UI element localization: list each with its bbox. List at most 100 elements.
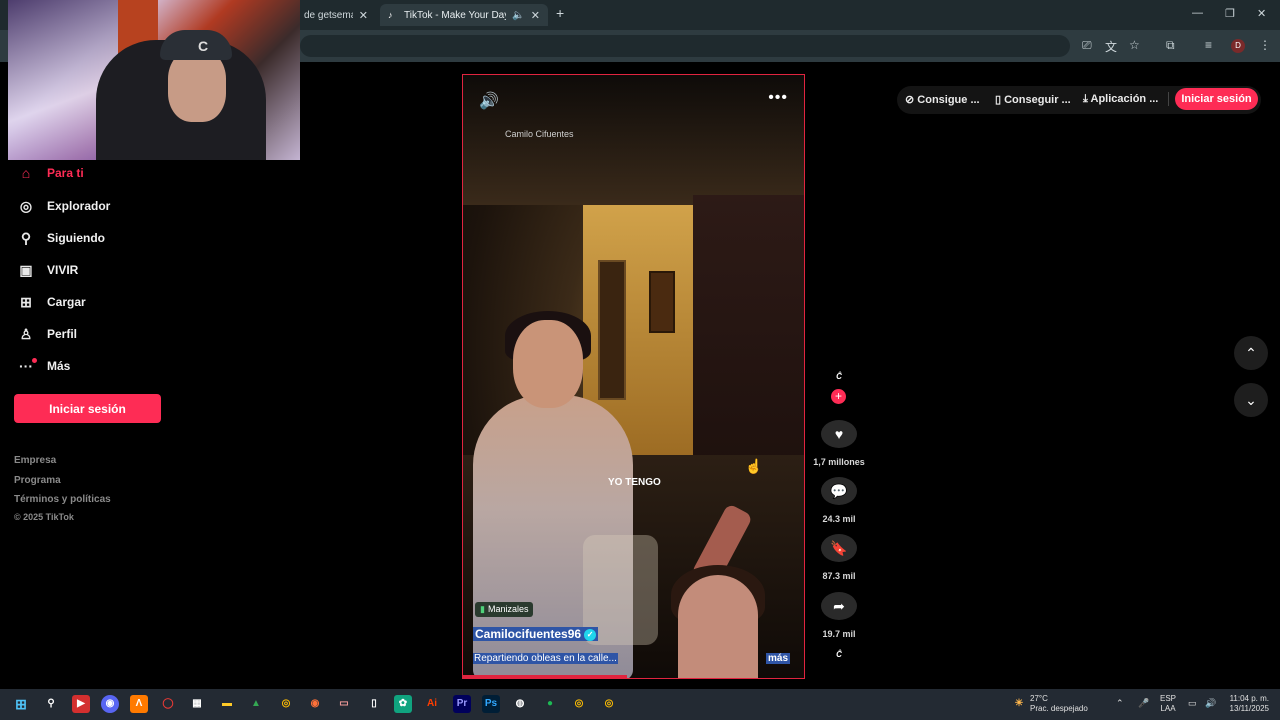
new-tab-icon[interactable]: + [556,5,564,21]
video-watermark: Camilo Cifuentes [505,129,574,139]
extensions-icon[interactable]: ⧉ [1166,38,1175,53]
close-icon[interactable]: ✕ [359,9,368,22]
video-player[interactable]: 🔊 ••• Camilo Cifuentes YO TENGO ▮ Manizal… [462,74,805,679]
weather-icon: ☀ [1014,698,1024,709]
tab-title: de getseman [304,9,353,21]
live-icon: ▣ [19,261,33,278]
sound-avatar[interactable]: Ĉ [823,650,855,670]
network-icon[interactable]: ▭ [1188,698,1197,709]
footer-link-terminos[interactable]: Términos y políticas [14,494,111,505]
like-count: 1,7 millones [813,457,865,467]
comment-button[interactable]: 💬 [821,477,857,505]
follow-button[interactable]: + [831,389,846,404]
save-button[interactable]: 🔖 [821,534,857,562]
microphone-icon[interactable]: 🎤 [1138,698,1149,709]
illustrator-icon[interactable]: Ai [423,695,441,713]
get-coins-link[interactable]: ⊘ Consigue ... [905,93,980,106]
language-indicator[interactable]: ESP LAA [1160,694,1176,714]
app-red-icon[interactable]: ▶ [72,695,90,713]
video-caption: YO TENGO [608,477,661,488]
mouse-cursor-icon: ☝ [745,458,763,474]
chrome-profile-icon[interactable]: ◎ [600,695,618,713]
get-app-link[interactable]: ▯ Conseguir ... [995,93,1071,106]
close-icon[interactable]: ✕ [531,9,540,22]
volume-tray-icon[interactable]: 🔊 [1205,698,1216,709]
tab-title: TikTok - Make Your Day [404,9,507,21]
menu-icon[interactable]: ⋮ [1259,38,1271,52]
sidebar-item-cargar[interactable]: ⊞ Cargar [14,290,86,314]
address-bar[interactable] [300,35,1070,57]
sidebar-item-label: Perfil [47,327,78,341]
profile-icon: ♙ [19,325,33,342]
search-icon[interactable]: ⚲ [42,695,60,713]
streamer-cap [160,30,232,60]
restore-icon[interactable]: ❐ [1225,7,1235,20]
reading-list-icon[interactable]: ≡ [1205,38,1212,52]
app-icon[interactable]: ▭ [335,695,353,713]
like-button[interactable]: ♥ [821,420,857,448]
obs-icon[interactable]: ◍ [511,695,529,713]
sidebar-item-label: Más [47,359,71,373]
footer-link-programa[interactable]: Programa [14,475,61,486]
sidebar-item-siguiendo[interactable]: ⚲ Siguiendo [14,226,105,250]
sidebar-item-para-ti[interactable]: ⌂ Para ti [14,161,84,185]
footer-link-empresa[interactable]: Empresa [14,455,56,466]
drive-icon[interactable]: ▲ [247,695,265,713]
store-icon[interactable]: ▦ [188,695,206,713]
comment-count: 24.3 mil [822,514,856,524]
sidebar-item-label: Siguiendo [47,231,105,245]
author-name[interactable]: Camilocifuentes96 ✓ [473,627,599,641]
compass-icon: ◎ [19,197,33,214]
spotify-icon[interactable]: ● [541,695,559,713]
volume-icon[interactable]: 🔊 [479,91,499,111]
cast-icon[interactable]: ⎚ [1082,38,1092,53]
sidebar-item-mas[interactable]: ··· Más [14,354,70,378]
top-login-button[interactable]: Iniciar sesión [1175,88,1258,110]
chrome-active-icon[interactable]: ◎ [570,695,588,713]
app-orange-icon[interactable]: Λ [130,695,148,713]
sidebar-login-button[interactable]: Iniciar sesión [14,394,161,423]
sidebar-item-explorador[interactable]: ◎ Explorador [14,194,110,218]
firefox-icon[interactable]: ◉ [306,695,324,713]
author-label: Camilocifuentes96 [475,627,582,641]
opera-icon[interactable]: ◯ [159,695,177,713]
home-icon: ⌂ [21,165,31,181]
tray-chevron-icon[interactable]: ⌃ [1116,698,1124,709]
streamer-face [168,50,226,122]
share-button[interactable]: ➦ [821,592,857,620]
taskbar-clock[interactable]: 11:04 p. m. 13/11/2025 [1224,694,1269,714]
sidebar-item-perfil[interactable]: ♙ Perfil [14,322,77,346]
folder-icon[interactable]: ▬ [218,695,236,713]
chrome-icon[interactable]: ◎ [277,695,295,713]
download-app-link[interactable]: ⤓ Aplicación ... [1083,93,1158,106]
chatgpt-icon[interactable]: ✿ [394,695,412,713]
notification-dot [32,358,37,363]
browser-tab-2[interactable]: ♪ TikTok - Make Your Day 🔈 ✕ [380,4,548,26]
next-video-button[interactable]: ⌄ [1234,383,1268,417]
creator-avatar[interactable]: Ĉ [823,367,855,387]
location-badge[interactable]: ▮ Manizales [475,602,534,617]
premiere-icon[interactable]: Pr [453,695,471,713]
video-progress-bar[interactable] [463,675,627,678]
get-coins-label: Consigue ... [917,94,980,106]
minimize-icon[interactable]: — [1192,7,1203,19]
audio-icon[interactable]: 🔈 [512,10,524,21]
file-icon[interactable]: ▯ [365,695,383,713]
photoshop-icon[interactable]: Ps [482,695,500,713]
weather-widget[interactable]: 27°C Prac. despejado [1030,694,1088,714]
sidebar-item-label: Explorador [47,199,111,213]
windows-start-icon[interactable]: ⊞ [12,695,30,713]
close-window-icon[interactable]: ✕ [1257,7,1266,20]
scene-child [678,575,758,678]
sidebar-item-vivir[interactable]: ▣ VIVIR [14,258,78,282]
profile-avatar[interactable]: D [1231,39,1245,53]
discord-icon[interactable]: ◉ [101,695,119,713]
browser-tab-1[interactable]: de getseman ✕ [296,4,376,26]
temperature: 27°C [1030,694,1048,703]
more-options-icon[interactable]: ••• [768,89,788,107]
translate-icon[interactable]: 文 [1105,38,1117,55]
previous-video-button[interactable]: ⌃ [1234,336,1268,370]
clock-time: 11:04 p. m. [1229,694,1269,703]
star-icon[interactable]: ☆ [1129,38,1140,52]
more-link[interactable]: más [765,653,790,664]
